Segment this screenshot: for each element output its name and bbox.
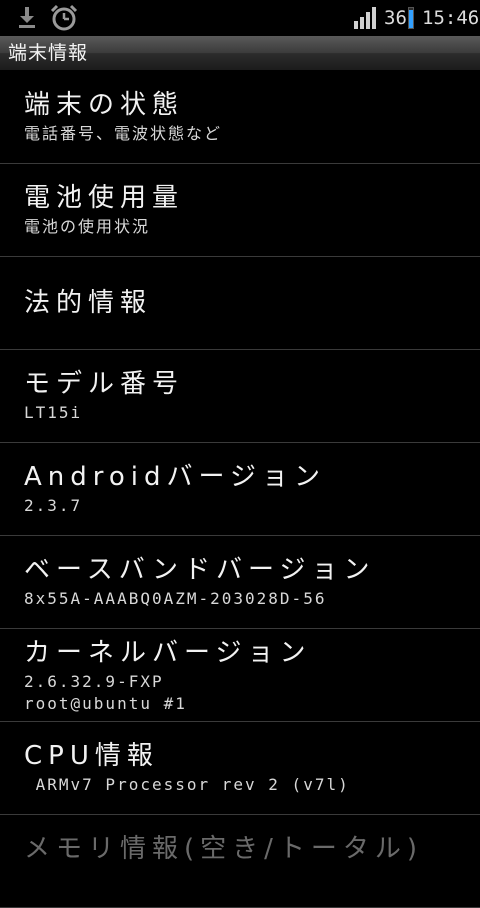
list-item-baseband-version[interactable]: ベースバンドバージョン 8x55A-AAABQ0AZM-203028D-56 (0, 536, 480, 629)
list-item-title: 法的情報 (24, 288, 153, 318)
signal-text: 36 (384, 7, 407, 29)
list-item-subtitle: 電話番号、電波状態など (24, 124, 223, 143)
list-item-memory-info[interactable]: メモリ情報(空き/トータル) (0, 815, 480, 908)
list-item-kernel-version[interactable]: カーネルバージョン 2.6.32.9-FXP root@ubuntu #1 (0, 629, 480, 722)
status-bar[interactable]: 36 15:46 (0, 0, 480, 36)
list-item-cpu-info[interactable]: CPU情報 ARMv7 Processor rev 2 (v7l) (0, 722, 480, 815)
list-item-subtitle: ARMv7 Processor rev 2 (v7l) (24, 775, 350, 794)
list-item-title: モデル番号 (24, 369, 185, 399)
list-item-battery-use[interactable]: 電池使用量 電池の使用状況 (0, 164, 480, 257)
list-item-subtitle: 電池の使用状況 (24, 217, 151, 236)
list-item-subtitle: 2.6.32.9-FXP (24, 672, 164, 691)
list-item-title: 電池使用量 (24, 183, 185, 213)
list-item-subtitle: 8x55A-AAABQ0AZM-203028D-56 (24, 589, 327, 608)
signal-strength-icon (354, 7, 378, 29)
alarm-clock-icon (50, 4, 78, 32)
list-item-title: ベースバンドバージョン (24, 555, 376, 585)
battery-level (409, 10, 413, 28)
page-title: 端末情報 (8, 42, 89, 64)
list-item-title: 端末の状態 (24, 90, 185, 120)
list-item-title: Androidバージョン (24, 462, 327, 492)
list-item-model-number[interactable]: モデル番号 LT15i (0, 350, 480, 443)
list-item-subtitle: 2.3.7 (24, 496, 83, 515)
list-item-device-status[interactable]: 端末の状態 電話番号、電波状態など (0, 71, 480, 164)
list-item-title: CPU情報 (24, 741, 159, 771)
title-bar: 端末情報 (0, 36, 480, 71)
list-item-title: メモリ情報(空き/トータル) (24, 834, 424, 864)
settings-list: 端末の状態 電話番号、電波状態など 電池使用量 電池の使用状況 法的情報 モデル… (0, 71, 480, 908)
download-icon (16, 4, 38, 30)
list-item-legal-info[interactable]: 法的情報 (0, 257, 480, 350)
battery-icon (408, 7, 414, 29)
list-item-subtitle: LT15i (24, 403, 83, 422)
list-item-subtitle-2: root@ubuntu #1 (24, 694, 187, 713)
list-item-title: カーネルバージョン (24, 638, 312, 668)
list-item-android-version[interactable]: Androidバージョン 2.3.7 (0, 443, 480, 536)
status-time: 15:46 (422, 7, 480, 29)
